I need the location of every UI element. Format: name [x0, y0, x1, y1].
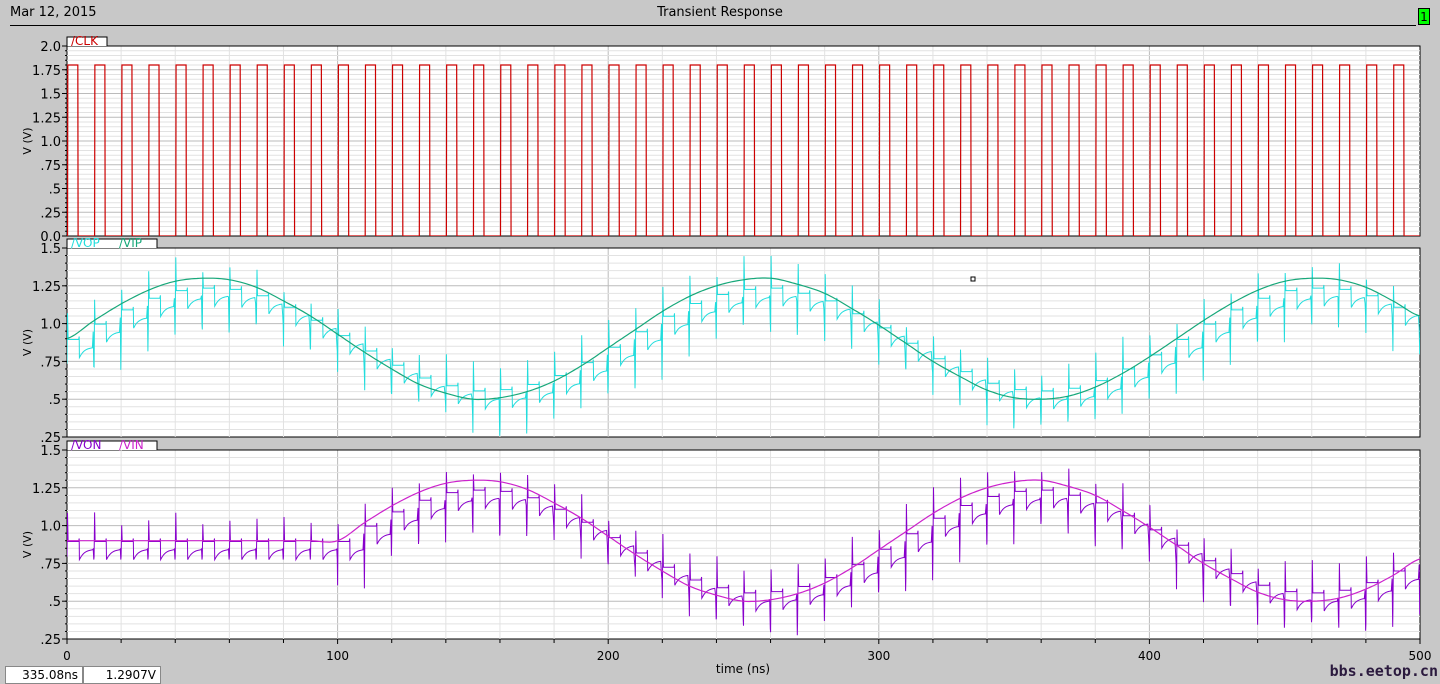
x-tick-label: 200	[597, 649, 620, 663]
y-tick-label: 1.25	[32, 482, 61, 497]
y-tick-label: .25	[40, 206, 61, 221]
y-tick-label: 1.0	[40, 318, 61, 333]
y-tick-label: .5	[49, 595, 61, 610]
legend-von: /VON	[71, 438, 101, 452]
y-tick-label: 1.5	[40, 88, 61, 103]
y-tick-label: .5	[49, 183, 61, 198]
cursor-x-readout: 335.08ns	[5, 666, 83, 684]
y-axis-label: V (V)	[21, 127, 34, 154]
y-axis-label: V (V)	[21, 329, 34, 356]
y-tick-label: 1.0	[40, 135, 61, 150]
x-tick-label: 300	[867, 649, 890, 663]
y-tick-label: .5	[49, 393, 61, 408]
y-tick-label: 1.0	[40, 520, 61, 535]
y-tick-label: 2.0	[40, 40, 61, 55]
x-tick-label: 400	[1138, 649, 1161, 663]
x-axis-label: time (ns)	[716, 662, 770, 676]
y-tick-label: 1.25	[32, 280, 61, 295]
y-tick-label: 1.75	[32, 64, 61, 79]
legend-vip: /VIP	[119, 236, 142, 250]
y-tick-label: 1.5	[40, 444, 61, 459]
y-tick-label: 1.5	[40, 242, 61, 257]
y-tick-label: .75	[40, 159, 61, 174]
x-tick-label: 500	[1409, 649, 1432, 663]
watermark: bbs.eetop.cn	[1329, 662, 1438, 680]
cursor-marker	[970, 276, 976, 282]
waveform-plot[interactable]: 0.0.25.5.751.01.251.51.752.0V (V)/CLK.25…	[0, 0, 1440, 684]
y-tick-label: .75	[40, 355, 61, 370]
legend-clk: /CLK	[71, 34, 99, 48]
legend-tab	[66, 440, 1420, 451]
cursor-y-readout: 1.2907V	[83, 666, 161, 684]
y-tick-label: 1.25	[32, 111, 61, 126]
y-tick-label: .25	[40, 633, 61, 648]
x-tick-label: 100	[326, 649, 349, 663]
legend-vop: /VOP	[71, 236, 100, 250]
x-tick-label: 0	[63, 649, 71, 663]
y-tick-label: .75	[40, 557, 61, 572]
legend-tab	[66, 36, 1420, 47]
legend-vin: /VIN	[119, 438, 144, 452]
legend-tab	[66, 238, 1420, 249]
y-axis-label: V (V)	[21, 531, 34, 558]
